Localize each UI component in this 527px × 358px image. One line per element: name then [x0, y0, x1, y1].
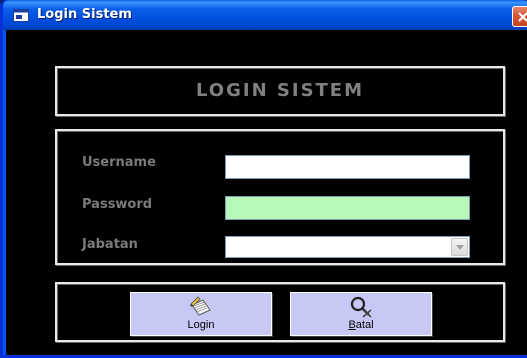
password-label: Password — [82, 197, 153, 212]
login-button-label: Login — [187, 319, 215, 331]
close-icon — [518, 11, 527, 22]
jabatan-label: Jabatan — [82, 237, 138, 252]
login-button[interactable]: Login — [130, 292, 272, 336]
batal-mnemonic: B — [348, 319, 356, 331]
page-title: LOGIN SISTEM — [195, 80, 365, 101]
button-panel: Login Batal — [55, 282, 505, 342]
chevron-down-icon — [455, 244, 464, 250]
title-bar[interactable]: Login Sistem — [3, 0, 527, 30]
batal-button-label: Batal — [348, 319, 373, 331]
login-window: Login Sistem LOGIN SISTEM Username Passw… — [0, 0, 527, 358]
dropdown-arrow-button[interactable] — [451, 238, 468, 256]
client-area: LOGIN SISTEM Username Password Jabatan L… — [6, 30, 527, 355]
magnifier-cancel-icon — [350, 296, 372, 318]
batal-button[interactable]: Batal — [290, 292, 432, 336]
close-button[interactable] — [512, 6, 527, 27]
login-form-panel: Username Password Jabatan — [55, 129, 505, 265]
jabatan-dropdown[interactable] — [225, 236, 470, 258]
batal-label-rest: atal — [355, 319, 374, 331]
form-icon — [13, 9, 29, 22]
password-field[interactable] — [225, 196, 470, 220]
notepad-pencil-icon — [190, 296, 211, 316]
username-field[interactable] — [225, 155, 470, 179]
window-title: Login Sistem — [37, 7, 132, 22]
heading-panel: LOGIN SISTEM — [55, 66, 505, 116]
username-label: Username — [82, 155, 156, 170]
